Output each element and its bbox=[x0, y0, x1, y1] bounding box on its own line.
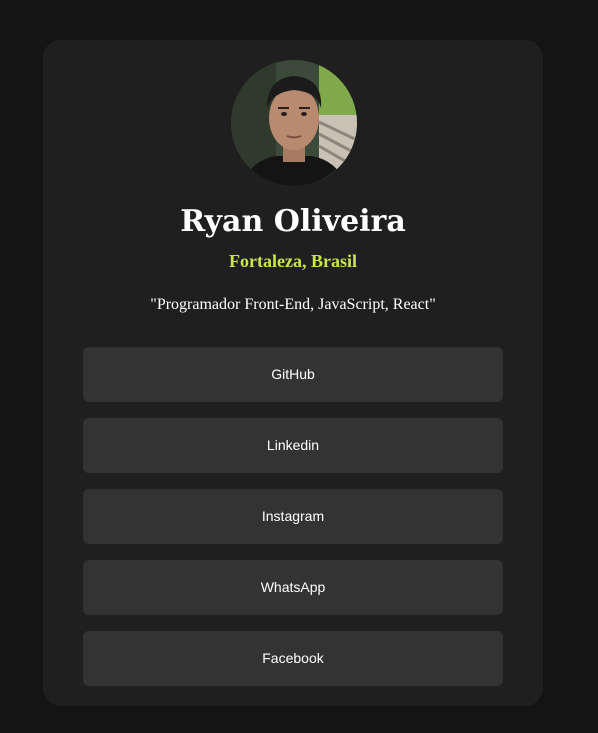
avatar bbox=[231, 60, 357, 186]
whatsapp-link-button[interactable]: WhatsApp bbox=[83, 560, 503, 615]
links-list: GitHub Linkedin Instagram WhatsApp Faceb… bbox=[83, 347, 503, 702]
profile-bio: "Programador Front-End, JavaScript, Reac… bbox=[150, 296, 436, 313]
profile-card: Ryan Oliveira Fortaleza, Brasil "Program… bbox=[43, 40, 543, 706]
profile-name: Ryan Oliveira bbox=[180, 204, 406, 239]
github-link-button[interactable]: GitHub bbox=[83, 347, 503, 402]
linkedin-link-button[interactable]: Linkedin bbox=[83, 418, 503, 473]
facebook-link-button[interactable]: Facebook bbox=[83, 631, 503, 686]
profile-location: Fortaleza, Brasil bbox=[229, 251, 357, 271]
profile-photo bbox=[231, 60, 357, 186]
instagram-link-button[interactable]: Instagram bbox=[83, 489, 503, 544]
